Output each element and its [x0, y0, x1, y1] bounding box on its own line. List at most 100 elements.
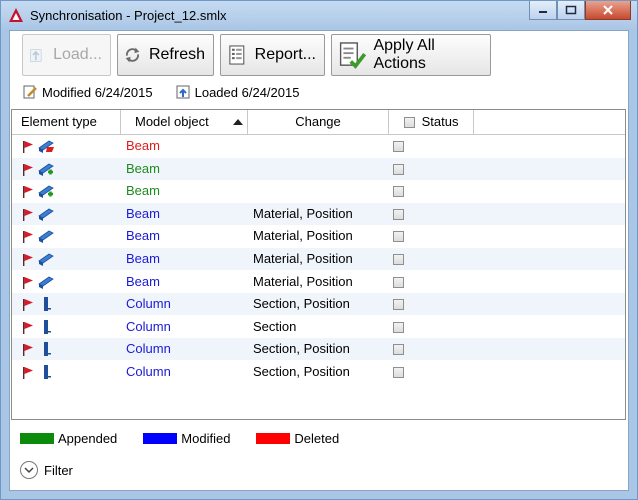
- status-checkbox[interactable]: [393, 231, 404, 243]
- status-cell: [393, 338, 413, 360]
- table-row[interactable]: Column Section, Position: [12, 361, 625, 383]
- loaded-info: Loaded 6/24/2015: [175, 84, 300, 100]
- status-cell: [393, 180, 413, 202]
- element-type-cell: [21, 271, 121, 293]
- flag-icon: [21, 297, 35, 312]
- modified-label: Modified: [42, 84, 92, 100]
- beam-modified-icon: [37, 206, 57, 222]
- change-cell: Section, Position: [253, 296, 350, 312]
- element-type-cell: [21, 180, 121, 202]
- status-cell: [393, 135, 413, 157]
- model-object-cell: Beam: [126, 273, 160, 289]
- table-row[interactable]: Beam Material, Position: [12, 248, 625, 270]
- status-checkbox[interactable]: [393, 299, 404, 311]
- column-header-model-object[interactable]: Model object: [121, 110, 248, 134]
- model-object-cell: Beam: [126, 205, 160, 221]
- chevron-down-icon: [20, 461, 38, 479]
- column-icon: [37, 341, 57, 357]
- beam-appended-icon: [37, 161, 57, 177]
- flag-icon: [21, 229, 35, 244]
- window-title: Synchronisation - Project_12.smlx: [30, 8, 227, 23]
- status-checkbox[interactable]: [393, 276, 404, 288]
- load-icon: [30, 49, 42, 62]
- element-type-cell: [21, 203, 121, 225]
- status-cell: [393, 158, 413, 180]
- element-type-cell: [21, 158, 121, 180]
- loaded-date: 6/24/2015: [241, 84, 300, 100]
- column-icon: [37, 364, 57, 380]
- element-type-cell: [21, 293, 121, 315]
- refresh-icon: [125, 47, 140, 63]
- beam-deleted-icon: [37, 138, 57, 154]
- maximize-button[interactable]: [557, 1, 585, 20]
- element-type-cell: [21, 316, 121, 338]
- flag-icon: [21, 342, 35, 357]
- change-cell: Material, Position: [253, 273, 353, 289]
- flag-icon: [21, 320, 35, 334]
- filter-expander[interactable]: Filter: [20, 461, 73, 479]
- report-button[interactable]: Report...: [220, 34, 325, 76]
- app-logo-icon: [9, 8, 23, 22]
- change-cell: Material, Position: [253, 251, 353, 266]
- status-checkbox[interactable]: [393, 163, 404, 175]
- model-object-cell: Beam: [126, 138, 160, 153]
- apply-checklist-icon: [339, 42, 367, 69]
- beam-appended-icon: [37, 183, 57, 199]
- table-row[interactable]: Beam Material, Position: [12, 271, 625, 293]
- dialog-body: Load... Refresh Report... Apply All Acti…: [9, 30, 629, 491]
- refresh-button[interactable]: Refresh: [117, 34, 214, 76]
- synchronisation-grid: Element type Model object Change Status …: [11, 109, 626, 420]
- window-controls: [529, 1, 631, 21]
- synchronisation-window: Synchronisation - Project_12.smlx Load..…: [0, 0, 638, 500]
- status-checkbox[interactable]: [393, 254, 404, 266]
- column-header-element-type[interactable]: Element type: [12, 110, 121, 134]
- status-cell: [393, 271, 413, 293]
- column-header-status[interactable]: Status: [389, 110, 474, 134]
- flag-icon: [21, 275, 35, 289]
- minimize-button[interactable]: [529, 1, 557, 20]
- table-row[interactable]: Beam: [12, 135, 625, 157]
- model-object-cell: Beam: [126, 228, 160, 244]
- table-row[interactable]: Beam Material, Position: [12, 202, 625, 225]
- status-checkbox[interactable]: [393, 208, 404, 220]
- table-row[interactable]: Column Section, Position: [12, 293, 625, 316]
- close-icon: [603, 5, 613, 15]
- model-object-cell: Column: [126, 341, 171, 357]
- load-button[interactable]: Load...: [22, 34, 111, 76]
- model-object-cell: Column: [126, 318, 171, 334]
- model-object-cell: Column: [126, 296, 171, 312]
- apply-all-actions-button[interactable]: Apply All Actions: [331, 34, 491, 76]
- file-info-line: Modified 6/24/2015 Loaded 6/24/2015: [22, 84, 299, 100]
- appended-swatch: [20, 433, 54, 444]
- title-bar[interactable]: Synchronisation - Project_12.smlx: [1, 1, 637, 30]
- close-button[interactable]: [585, 1, 631, 20]
- status-checkbox[interactable]: [393, 141, 404, 153]
- toolbar: Load... Refresh Report... Apply All Acti…: [22, 34, 491, 78]
- status-checkbox[interactable]: [393, 321, 404, 333]
- flag-icon: [21, 252, 35, 266]
- element-type-cell: [21, 225, 121, 247]
- table-row[interactable]: Beam: [12, 180, 625, 202]
- loaded-file-icon: [176, 85, 190, 99]
- status-checkbox[interactable]: [393, 367, 404, 379]
- modified-file-icon: [23, 85, 37, 99]
- status-cell: [393, 203, 413, 225]
- table-row[interactable]: Beam Material, Position: [12, 225, 625, 247]
- change-cell: [253, 180, 393, 202]
- table-row[interactable]: Beam: [12, 157, 625, 180]
- status-cell: [393, 225, 413, 247]
- status-select-all-checkbox[interactable]: [404, 117, 415, 129]
- model-object-cell: Beam: [126, 183, 160, 199]
- element-type-cell: [21, 338, 121, 360]
- table-row[interactable]: Column Section, Position: [12, 338, 625, 361]
- column-icon: [37, 296, 57, 312]
- beam-modified-icon: [37, 251, 57, 267]
- table-row[interactable]: Column Section: [12, 316, 625, 338]
- status-checkbox[interactable]: [393, 344, 404, 356]
- change-cell: Material, Position: [253, 228, 353, 244]
- modified-info: Modified 6/24/2015: [22, 84, 153, 100]
- beam-modified-icon: [37, 274, 57, 290]
- change-cell: [253, 158, 393, 180]
- column-header-change[interactable]: Change: [248, 110, 389, 134]
- status-checkbox[interactable]: [393, 186, 404, 198]
